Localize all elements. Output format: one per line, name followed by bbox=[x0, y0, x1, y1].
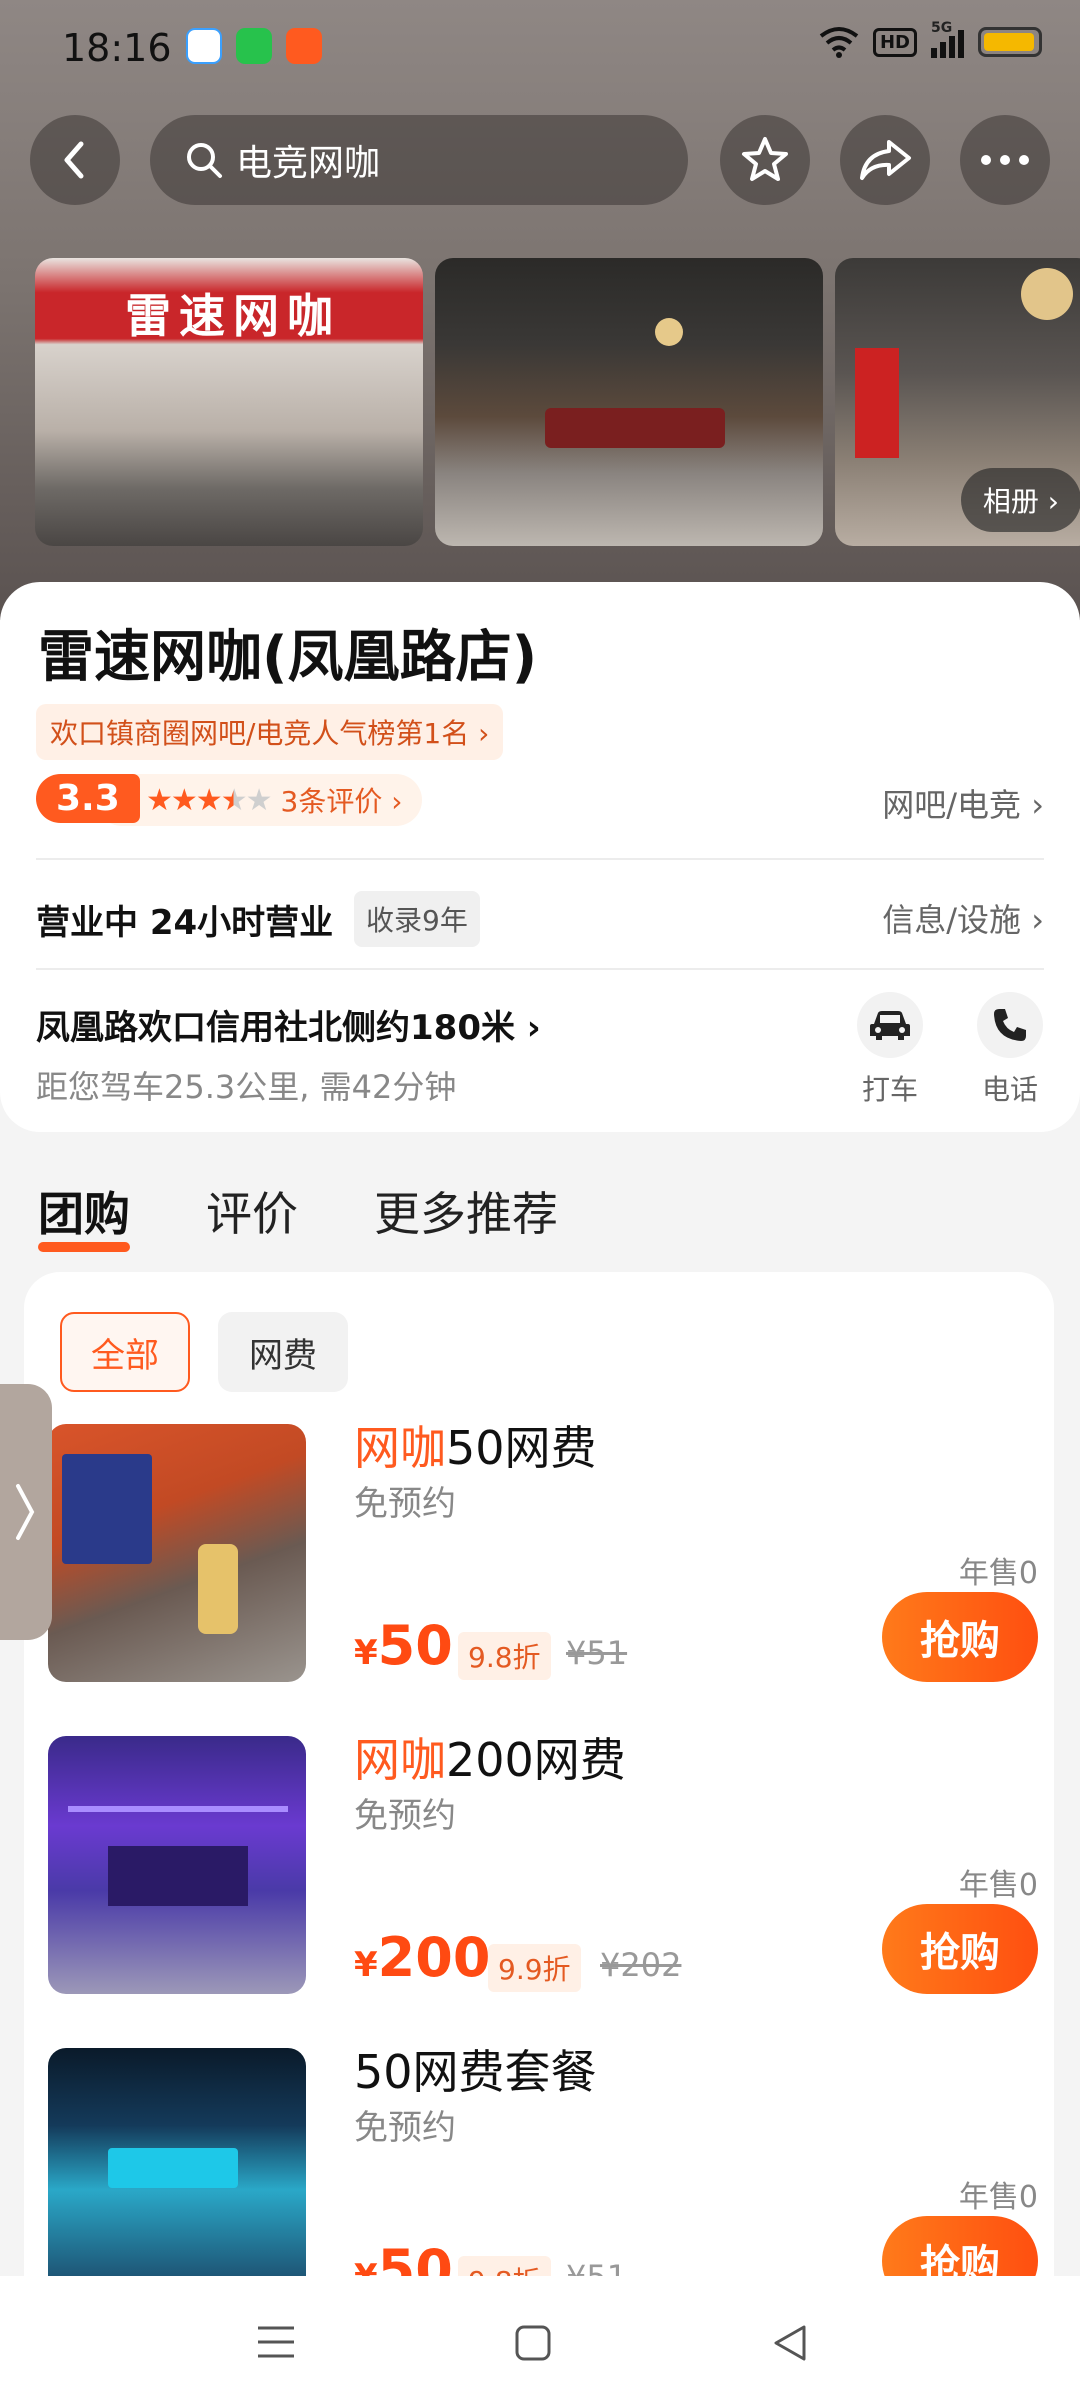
buy-button[interactable]: 抢购 bbox=[882, 1592, 1038, 1682]
browser-app-icon bbox=[186, 28, 222, 64]
system-navigation-bar bbox=[0, 2276, 1080, 2408]
phone-app-icon bbox=[236, 28, 272, 64]
shop-name: 雷速网咖(凤凰路店) bbox=[38, 625, 538, 690]
side-drawer-handle[interactable] bbox=[0, 1384, 52, 1640]
notification-icons bbox=[186, 28, 322, 64]
more-icon bbox=[981, 155, 1029, 165]
original-price: ¥51 bbox=[566, 1634, 628, 1672]
share-icon bbox=[860, 140, 911, 180]
tab-reviews[interactable]: 评价 bbox=[206, 1178, 298, 1244]
divider bbox=[36, 968, 1044, 970]
deals-card: 全部 网费 网咖50网费 免预约 年售0 ¥50 9.8折 ¥51 抢购 网咖2… bbox=[24, 1272, 1054, 2408]
deal-subtitle: 免预约 bbox=[354, 2108, 456, 2148]
driving-distance: 距您驾车25.3公里, 需42分钟 bbox=[36, 1068, 457, 1106]
status-bar: 18:16 HD 5G bbox=[0, 0, 1080, 96]
header-background: 18:16 HD 5G 电竞网咖 雷速网咖 相册 › bbox=[0, 0, 1080, 620]
category-link[interactable]: 网吧/电竞 › bbox=[882, 780, 1044, 826]
deal-title: 50网费套餐 bbox=[354, 2045, 597, 2099]
buy-button[interactable]: 抢购 bbox=[882, 1904, 1038, 1994]
star-icon bbox=[742, 137, 788, 181]
search-icon bbox=[187, 143, 222, 178]
search-text: 电竞网咖 bbox=[236, 143, 381, 184]
original-price: ¥202 bbox=[600, 1946, 682, 1984]
filter-net-fee[interactable]: 网费 bbox=[218, 1312, 348, 1392]
status-time: 18:16 bbox=[62, 26, 172, 70]
photo-gallery[interactable]: 雷速网咖 相册 › bbox=[35, 258, 1080, 546]
status-indicators: HD 5G bbox=[819, 20, 1042, 58]
deal-price: ¥50 bbox=[354, 1614, 453, 1677]
deal-price: ¥200 bbox=[354, 1926, 491, 1989]
shop-info-card: 雷速网咖(凤凰路店) 欢口镇商圈网吧/电竞人气榜第1名 › ★★★★★ 3条评价… bbox=[0, 582, 1080, 1132]
deal-item[interactable]: 网咖200网费 免预约 年售0 ¥200 9.9折 ¥202 抢购 bbox=[48, 1733, 1038, 1996]
home-icon[interactable] bbox=[514, 2324, 552, 2362]
phone-button[interactable]: 电话 bbox=[970, 992, 1050, 1108]
annual-sales: 年售0 bbox=[958, 1556, 1038, 1591]
divider bbox=[36, 858, 1044, 860]
filter-all[interactable]: 全部 bbox=[60, 1312, 190, 1392]
rating-stars: ★★★★★ bbox=[146, 782, 272, 818]
interior-photo-1[interactable] bbox=[435, 258, 823, 546]
discount-badge: 9.9折 bbox=[488, 1944, 581, 1992]
chevron-right-icon bbox=[16, 1484, 35, 1540]
hd-badge: HD bbox=[872, 27, 917, 57]
taxi-label: 打车 bbox=[861, 1073, 918, 1106]
game-app-icon bbox=[286, 28, 322, 64]
back-button[interactable] bbox=[30, 115, 120, 205]
tab-more-recommendations[interactable]: 更多推荐 bbox=[374, 1178, 558, 1244]
discount-badge: 9.8折 bbox=[458, 1632, 551, 1680]
content-tabs: 团购 评价 更多推荐 bbox=[0, 1170, 1080, 1260]
active-tab-indicator bbox=[38, 1242, 130, 1252]
deal-title: 网咖200网费 bbox=[354, 1733, 626, 1787]
deal-image[interactable] bbox=[48, 1736, 306, 1994]
cellular-icon: 5G bbox=[931, 20, 964, 58]
deal-subtitle: 免预约 bbox=[354, 1484, 456, 1524]
address-link[interactable]: 凤凰路欢口信用社北侧约180米 › bbox=[36, 1000, 541, 1049]
taxi-button[interactable]: 打车 bbox=[850, 992, 930, 1108]
review-count-link[interactable]: 3条评价 › bbox=[281, 780, 403, 820]
rank-badge[interactable]: 欢口镇商圈网吧/电竞人气榜第1名 › bbox=[36, 704, 504, 760]
phone-label: 电话 bbox=[981, 1073, 1038, 1106]
wifi-icon bbox=[819, 27, 859, 58]
deal-title: 网咖50网费 bbox=[354, 1421, 597, 1475]
tab-group-buy[interactable]: 团购 bbox=[38, 1178, 130, 1244]
business-hours: 营业中 24小时营业 bbox=[36, 903, 334, 943]
battery-icon bbox=[978, 27, 1042, 57]
interior-photo-2[interactable]: 相册 › bbox=[835, 258, 1080, 546]
deal-image[interactable] bbox=[48, 2048, 306, 2306]
deal-item[interactable]: 50网费套餐 免预约 年售0 ¥50 9.8折 ¥51 抢购 bbox=[48, 2045, 1038, 2308]
annual-sales: 年售0 bbox=[958, 1868, 1038, 1903]
facility-link[interactable]: 信息/设施 › bbox=[882, 895, 1044, 941]
hours-row: 营业中 24小时营业 收录9年 信息/设施 › bbox=[36, 887, 1044, 947]
years-badge: 收录9年 bbox=[354, 891, 480, 947]
rating-pill[interactable]: ★★★★★ 3条评价 › bbox=[96, 774, 423, 826]
deal-subtitle: 免预约 bbox=[354, 1796, 456, 1836]
search-box[interactable]: 电竞网咖 bbox=[150, 115, 688, 205]
storefront-sign: 雷速网咖 bbox=[125, 289, 341, 343]
annual-sales: 年售0 bbox=[958, 2180, 1038, 2215]
rating-row: ★★★★★ 3条评价 › 3.3 网吧/电竞 › bbox=[36, 774, 1044, 830]
more-button[interactable] bbox=[960, 115, 1050, 205]
network-type: 5G bbox=[931, 20, 953, 36]
favorite-button[interactable] bbox=[720, 115, 810, 205]
rating-score: 3.3 bbox=[36, 774, 140, 823]
deal-image[interactable] bbox=[48, 1424, 306, 1682]
phone-icon bbox=[977, 992, 1043, 1058]
car-icon bbox=[857, 992, 923, 1058]
share-button[interactable] bbox=[840, 115, 930, 205]
top-navigation: 电竞网咖 bbox=[0, 115, 1080, 207]
menu-icon[interactable] bbox=[256, 2324, 296, 2360]
album-button[interactable]: 相册 › bbox=[960, 468, 1080, 532]
back-nav-icon[interactable] bbox=[772, 2324, 808, 2362]
back-icon bbox=[64, 141, 84, 179]
storefront-photo[interactable]: 雷速网咖 bbox=[35, 258, 423, 546]
deal-item[interactable]: 网咖50网费 免预约 年售0 ¥50 9.8折 ¥51 抢购 bbox=[48, 1421, 1038, 1684]
